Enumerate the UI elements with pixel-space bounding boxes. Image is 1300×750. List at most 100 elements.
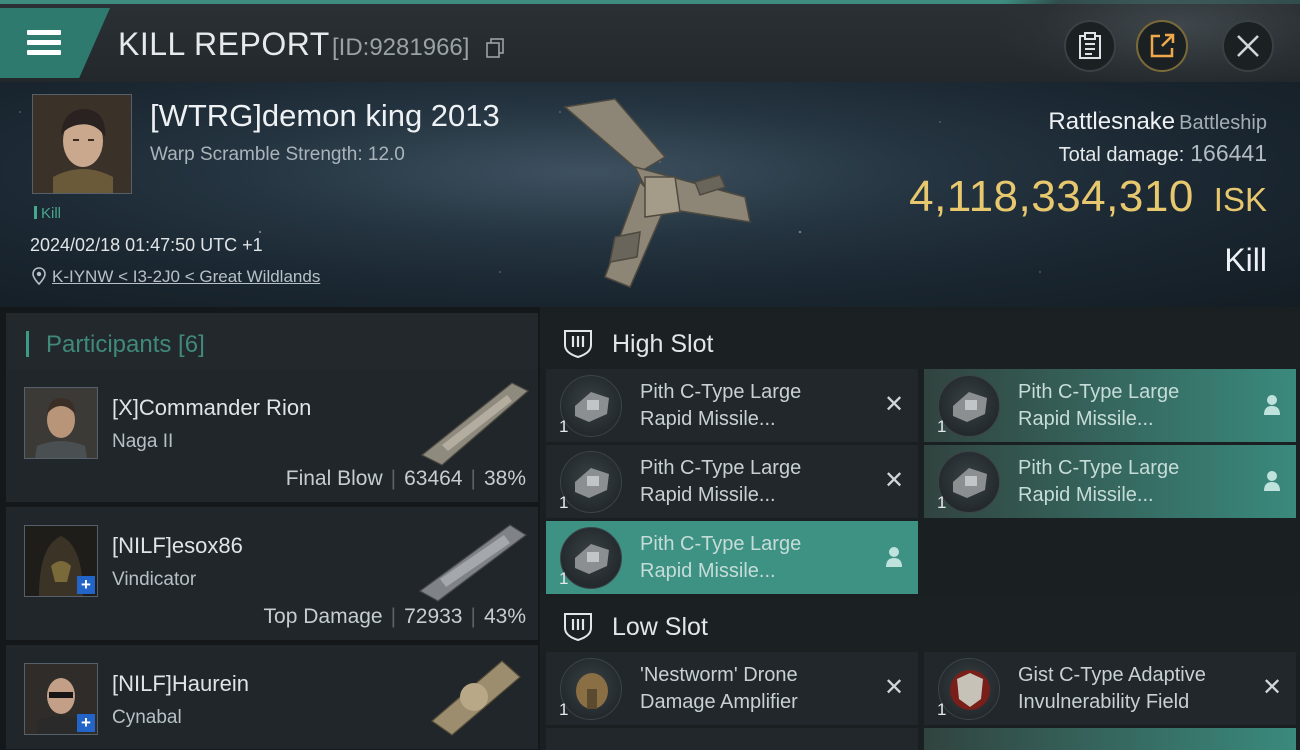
module-slot[interactable]: 1 Pith C-Type Large Rapid Missile... ✕ [546,369,918,442]
clipboard-icon [1079,32,1101,59]
missile-launcher-icon [560,375,622,437]
module-name: Gist C-Type Adaptive Invulnerability Fiel… [1018,664,1206,713]
high-slot-header: High Slot [540,313,1300,369]
victim-name[interactable]: [WTRG]demon king 2013 [150,98,500,134]
missile-launcher-icon [938,375,1000,437]
destroyed-x-icon: ✕ [883,467,905,494]
module-slot[interactable]: 1 'Nestworm' Drone Damage Amplifier ✕ [546,652,918,725]
module-slot[interactable]: 1 Pith C-Type Large Rapid Missile... [546,521,918,594]
menu-button[interactable] [0,8,110,78]
kill-datetime: 2024/02/18 01:47:50 UTC +1 [30,235,263,255]
destroyed-x-icon: ✕ [883,391,905,418]
participant-damage: 72933 [404,605,463,628]
ship-class: Battleship [1179,112,1267,134]
plus-icon: + [77,714,95,732]
kill-location[interactable]: K-IYNW < I3-2J0 < Great Wildlands [32,267,320,287]
module-quantity: 1 [937,417,947,436]
participant-name[interactable]: [NILF]Haurein [112,671,249,697]
participant-ship: Cynabal [112,707,182,728]
module-name: Pith C-Type Large Rapid Missile... [640,457,802,506]
module-quantity: 1 [559,700,569,719]
page-title: KILL REPORT [118,26,330,62]
module-name: Pith C-Type Large Rapid Missile... [1018,457,1180,506]
module-slot[interactable]: 1 Pith C-Type Large Rapid Missile... ✕ [546,445,918,518]
participants-panel[interactable]: Participants [6] [X]Commander Rion Naga … [0,307,540,750]
low-slot-icon [564,613,592,642]
participant-avatar[interactable] [24,387,98,459]
clipboard-button[interactable] [1064,20,1116,72]
kill-result-label: Kill [1224,242,1267,278]
participant-stats: Final Blow | 63464 | 38% [285,467,526,490]
participant-percent: 43% [483,605,526,628]
module-quantity: 1 [559,493,569,512]
module-name: 'Nestworm' Drone Damage Amplifier [640,664,798,713]
share-button[interactable] [1136,20,1188,72]
missile-launcher-icon [938,451,1000,513]
module-slot-partial[interactable] [546,728,918,750]
victim-portrait[interactable] [32,94,132,194]
participant-ship: Naga II [112,431,174,452]
participant-percent: 38% [483,467,526,490]
module-slot-partial[interactable] [924,728,1296,750]
result-tag: Kill [34,205,61,222]
dropped-person-icon [1260,469,1284,493]
module-quantity: 1 [937,493,947,512]
module-name: Pith C-Type Large Rapid Missile... [1018,381,1180,430]
victim-avatar [33,95,131,193]
missile-launcher-icon [560,527,622,589]
participant-name[interactable]: [X]Commander Rion [112,395,311,421]
victim-ship-render [563,98,751,288]
participant-row[interactable]: + [NILF]esox86 Vindicator Top Damage | 729… [6,507,538,641]
participant-role: Final Blow [285,467,383,490]
victim-ship-type[interactable]: Rattlesnake Battleship [1048,108,1267,136]
isk-unit: ISK [1213,181,1267,218]
module-name: Pith C-Type Large Rapid Missile... [640,381,802,430]
location-text: K-IYNW < I3-2J0 < Great Wildlands [52,267,321,286]
copy-icon[interactable] [486,38,504,58]
participant-avatar[interactable]: + [24,663,98,735]
participant-row[interactable]: [X]Commander Rion Naga II Final Blow | 634… [6,369,538,503]
participant-ship-render [420,382,530,466]
top-bar: KILL REPORT [ID:9281966] [0,0,1300,86]
destroyed-x-icon: ✕ [883,674,905,701]
low-slot-title: Low Slot [612,613,708,641]
participant-avatar[interactable]: + [24,525,98,597]
module-slot[interactable]: 1 Pith C-Type Large Rapid Missile... [924,445,1296,518]
report-id: [ID:9281966] [332,34,470,61]
participant-row[interactable]: + [NILF]Haurein Cynabal [6,645,538,750]
close-icon [1237,35,1259,57]
dropped-person-icon [882,545,906,569]
share-icon [1150,33,1175,58]
participant-ship-render [418,524,528,602]
header-accent-bar [26,331,29,357]
total-damage-value: 166441 [1190,140,1267,166]
portrait-image [25,388,97,458]
fitting-panel[interactable]: High Slot 1 Pith C-Type Large Rapid Missi… [540,307,1300,750]
participant-ship-render [431,660,521,736]
participant-damage: 63464 [404,467,463,490]
participants-header: Participants [6] [6,313,538,369]
shield-module-icon [938,658,1000,720]
participant-name[interactable]: [NILF]esox86 [112,533,243,559]
close-button[interactable] [1222,20,1274,72]
module-quantity: 1 [937,700,947,719]
dropped-person-icon [1260,393,1284,417]
high-slot-title: High Slot [612,330,714,358]
total-damage-label: Total damage: [1058,144,1185,166]
module-slot[interactable]: 1 Gist C-Type Adaptive Invulnerability Fi… [924,652,1296,725]
victim-hero: [WTRG]demon king 2013 Warp Scramble Stre… [0,82,1300,307]
module-slot[interactable]: 1 Pith C-Type Large Rapid Missile... [924,369,1296,442]
module-quantity: 1 [559,569,569,588]
module-name: Pith C-Type Large Rapid Missile... [640,533,802,582]
ship-name: Rattlesnake [1048,108,1176,135]
participants-title: Participants [6] [46,331,205,358]
isk-amount: 4,118,334,310 [909,172,1194,221]
location-pin-icon [32,267,46,285]
destroyed-x-icon: ✕ [1261,674,1283,701]
participant-stats: Top Damage | 72933 | 43% [263,605,526,628]
warp-scramble-strength: Warp Scramble Strength: 12.0 [150,144,405,165]
participant-role: Top Damage [263,605,383,628]
plus-icon: + [77,576,95,594]
hamburger-icon [27,30,61,55]
high-slot-icon [564,330,592,359]
